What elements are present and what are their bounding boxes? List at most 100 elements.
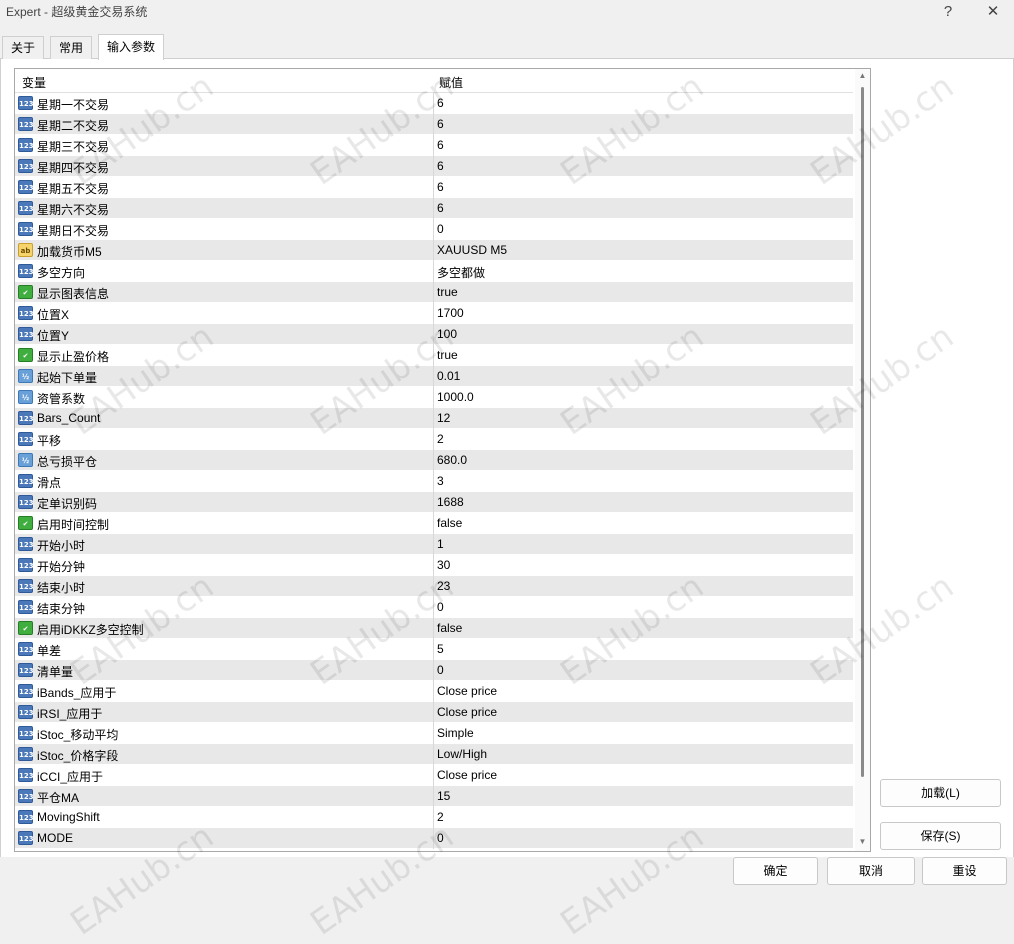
header-value[interactable]: 赋值 (439, 74, 463, 91)
param-value[interactable]: 23 (437, 579, 450, 593)
column-divider (433, 555, 434, 576)
param-value[interactable]: 2 (437, 810, 444, 824)
table-row[interactable]: 123 Bars_Count 12 (15, 408, 853, 429)
param-value[interactable]: 0 (437, 222, 444, 236)
param-value[interactable]: 1688 (437, 495, 464, 509)
table-row[interactable]: ½ 资管系数 1000.0 (15, 387, 853, 408)
table-row[interactable]: 123 MovingShift 2 (15, 807, 853, 828)
int-type-icon: 123 (18, 684, 34, 698)
table-row[interactable]: 123 结束分钟 0 (15, 597, 853, 618)
table-row[interactable]: 123 MODE 0 (15, 828, 853, 849)
param-value[interactable]: 0 (437, 663, 444, 677)
param-value[interactable]: XAUUSD M5 (437, 243, 507, 257)
column-divider (433, 471, 434, 492)
table-row[interactable]: 123 星期三不交易 6 (15, 135, 853, 156)
table-row[interactable]: 123 开始分钟 30 (15, 555, 853, 576)
table-row[interactable]: ✔ 启用时间控制 false (15, 513, 853, 534)
param-value[interactable]: 1000.0 (437, 390, 474, 404)
save-button[interactable]: 保存(S) (880, 822, 1001, 850)
param-value[interactable]: 30 (437, 558, 450, 572)
table-row[interactable]: 123 结束小时 23 (15, 576, 853, 597)
grid-rows: 123 星期一不交易 6 123 星期二不交易 6 123 星期三不交易 6 123 星期四不交易 6… (15, 93, 853, 849)
header-variable[interactable]: 变量 (22, 74, 46, 91)
scroll-down-icon[interactable]: ▼ (857, 837, 868, 847)
table-row[interactable]: 123 滑点 3 (15, 471, 853, 492)
table-row[interactable]: ½ 总亏损平仓 680.0 (15, 450, 853, 471)
param-value[interactable]: false (437, 621, 462, 635)
param-value[interactable]: 6 (437, 159, 444, 173)
table-row[interactable]: 123 位置Y 100 (15, 324, 853, 345)
close-button[interactable]: ✕ (975, 0, 1011, 22)
param-value[interactable]: 多空都做 (437, 264, 485, 281)
param-value[interactable]: 680.0 (437, 453, 467, 467)
param-value[interactable]: 5 (437, 642, 444, 656)
param-value[interactable]: 12 (437, 411, 450, 425)
param-value[interactable]: 1 (437, 537, 444, 551)
param-value[interactable]: true (437, 348, 458, 362)
table-row[interactable]: 123 星期二不交易 6 (15, 114, 853, 135)
dbl-type-icon: ½ (18, 453, 33, 467)
param-value[interactable]: 0 (437, 831, 444, 845)
table-row[interactable]: 123 iCCI_应用于 Close price (15, 765, 853, 786)
column-divider (433, 282, 434, 303)
param-value[interactable]: 0.01 (437, 369, 460, 383)
param-value[interactable]: 6 (437, 201, 444, 215)
param-value[interactable]: true (437, 285, 458, 299)
table-row[interactable]: 123 星期四不交易 6 (15, 156, 853, 177)
tab-about[interactable]: 关于 (2, 36, 45, 59)
table-row[interactable]: 123 星期五不交易 6 (15, 177, 853, 198)
param-value[interactable]: 2 (437, 432, 444, 446)
param-value[interactable]: Low/High (437, 747, 487, 761)
param-value[interactable]: 1700 (437, 306, 464, 320)
help-button[interactable]: ? (930, 0, 966, 22)
tab-inputs[interactable]: 输入参数 (98, 34, 165, 60)
table-row[interactable]: 123 开始小时 1 (15, 534, 853, 555)
table-row[interactable]: 123 位置X 1700 (15, 303, 853, 324)
param-value[interactable]: 6 (437, 138, 444, 152)
ok-button[interactable]: 确定 (733, 857, 818, 885)
scroll-thumb[interactable] (861, 87, 864, 777)
table-row[interactable]: 123 定单识别码 1688 (15, 492, 853, 513)
table-row[interactable]: 123 多空方向 多空都做 (15, 261, 853, 282)
param-value[interactable]: Close price (437, 705, 497, 719)
param-value[interactable]: 6 (437, 117, 444, 131)
param-value[interactable]: 0 (437, 600, 444, 614)
parameters-grid[interactable]: 变量 赋值 123 星期一不交易 6 123 星期二不交易 6 123 星期三不交易 6 123 星… (14, 68, 871, 852)
int-type-icon: 123 (18, 432, 34, 446)
table-row[interactable]: 123 单差 5 (15, 639, 853, 660)
table-row[interactable]: ab 加载货币M5 XAUUSD M5 (15, 240, 853, 261)
param-value[interactable]: 3 (437, 474, 444, 488)
vertical-scrollbar[interactable]: ▲ ▼ (855, 69, 870, 851)
tab-common[interactable]: 常用 (50, 36, 93, 59)
reset-button[interactable]: 重设 (922, 857, 1007, 885)
param-value[interactable]: Close price (437, 684, 497, 698)
table-row[interactable]: 123 平仓MA 15 (15, 786, 853, 807)
table-row[interactable]: ✔ 显示图表信息 true (15, 282, 853, 303)
grid-header: 变量 赋值 (15, 69, 853, 93)
load-button[interactable]: 加载(L) (880, 779, 1001, 807)
table-row[interactable]: 123 清单量 0 (15, 660, 853, 681)
param-name: 滑点 (37, 476, 62, 490)
param-value[interactable]: 100 (437, 327, 457, 341)
param-value[interactable]: 6 (437, 96, 444, 110)
table-row[interactable]: ✔ 显示止盈价格 true (15, 345, 853, 366)
param-value[interactable]: 15 (437, 789, 450, 803)
table-row[interactable]: ½ 起始下单量 0.01 (15, 366, 853, 387)
param-value[interactable]: 6 (437, 180, 444, 194)
table-row[interactable]: 123 平移 2 (15, 429, 853, 450)
cancel-button[interactable]: 取消 (827, 857, 915, 885)
table-row[interactable]: 123 iStoc_价格字段 Low/High (15, 744, 853, 765)
table-row[interactable]: 123 星期六不交易 6 (15, 198, 853, 219)
table-row[interactable]: 123 iStoc_移动平均 Simple (15, 723, 853, 744)
param-value[interactable]: Close price (437, 768, 497, 782)
table-row[interactable]: ✔ 启用iDKKZ多空控制 false (15, 618, 853, 639)
param-name: 平移 (37, 434, 62, 448)
param-value[interactable]: Simple (437, 726, 474, 740)
table-row[interactable]: 123 星期一不交易 6 (15, 93, 853, 114)
table-row[interactable]: 123 iRSI_应用于 Close price (15, 702, 853, 723)
table-row[interactable]: 123 iBands_应用于 Close price (15, 681, 853, 702)
param-value[interactable]: false (437, 516, 462, 530)
table-row[interactable]: 123 星期日不交易 0 (15, 219, 853, 240)
scroll-up-icon[interactable]: ▲ (857, 71, 868, 81)
bool-type-icon: ✔ (18, 348, 33, 362)
